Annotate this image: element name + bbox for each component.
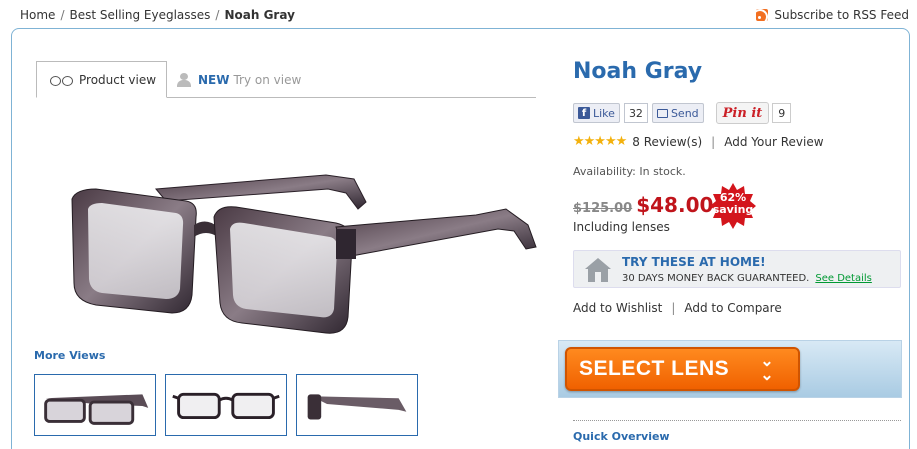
rss-label: Subscribe to RSS Feed [774, 8, 909, 22]
new-label: NEW [198, 72, 230, 87]
house-icon [585, 258, 611, 282]
product-panel: Product view NEW Try on view More Views … [11, 28, 910, 449]
main-product-image[interactable] [36, 117, 546, 352]
facebook-like-button[interactable]: f Like [573, 103, 620, 123]
select-lens-button[interactable]: SELECT LENS ⌄ ⌄ [565, 347, 800, 391]
thumbnail-2[interactable] [165, 374, 287, 436]
tab-try-on-view[interactable]: NEW Try on view [176, 61, 301, 98]
social-buttons: f Like 32 Send Pin it 9 [573, 102, 792, 124]
like-label: Like [593, 106, 615, 120]
product-title: Noah Gray [573, 59, 703, 84]
add-to-wishlist-link[interactable]: Add to Wishlist [573, 301, 662, 315]
try-at-home-subtitle: 30 DAYS MONEY BACK GUARANTEED. [622, 273, 810, 284]
reviews-link[interactable]: 8 Review(s) [632, 135, 702, 149]
double-chevron-down-icon: ⌄ ⌄ [760, 353, 775, 384]
wishlist-compare-row: Add to Wishlist | Add to Compare [573, 301, 782, 315]
including-lenses: Including lenses [573, 220, 670, 234]
pinterest-pin-button[interactable]: Pin it [715, 102, 770, 124]
eyeglasses-image [71, 174, 537, 334]
select-lens-bar: SELECT LENS ⌄ ⌄ [558, 340, 902, 398]
old-price: $125.00 [573, 201, 633, 216]
facebook-icon: f [578, 107, 590, 119]
pin-count: 9 [772, 103, 792, 123]
facebook-send-button[interactable]: Send [651, 103, 704, 123]
price-row: $125.00 $48.00 [573, 193, 713, 217]
glasses-icon [49, 75, 75, 86]
try-at-home-box: TRY THESE AT HOME! 30 DAYS MONEY BACK GU… [573, 250, 901, 288]
view-tabs: Product view NEW Try on view [36, 61, 536, 98]
thumbnail-glasses-angle [44, 394, 149, 425]
breadcrumb-category[interactable]: Best Selling Eyeglasses [69, 8, 210, 22]
availability-status: Availability: In stock. [573, 165, 686, 178]
discount-word: saving [712, 203, 754, 216]
discount-badge: 62% saving [710, 183, 756, 229]
quick-overview-heading: Quick Overview [573, 430, 670, 443]
thumbnail-glasses-front [172, 392, 280, 420]
breadcrumb-home[interactable]: Home [20, 8, 55, 22]
rating-stars-icon: ★★★★★ [573, 134, 627, 149]
divider [573, 420, 901, 421]
breadcrumb: Home / Best Selling Eyeglasses / Noah Gray [20, 8, 295, 22]
rss-link[interactable]: Subscribe to RSS Feed [756, 8, 909, 22]
thumbnail-3[interactable] [296, 374, 418, 436]
thumbnail-1[interactable] [34, 374, 156, 436]
tab-product-view[interactable]: Product view [36, 61, 167, 98]
current-price: $48.00 [636, 193, 714, 217]
add-to-compare-link[interactable]: Add to Compare [684, 301, 781, 315]
thumbnail-glasses-side [307, 394, 407, 420]
breadcrumb-separator: / [60, 8, 65, 22]
add-review-link[interactable]: Add Your Review [724, 135, 823, 149]
tab-product-view-label: Product view [79, 72, 157, 87]
rss-icon [756, 9, 769, 21]
breadcrumb-current: Noah Gray [224, 8, 295, 22]
person-icon [176, 72, 192, 87]
send-label: Send [670, 106, 699, 120]
breadcrumb-separator: / [215, 8, 220, 22]
tab-try-on-label: Try on view [233, 72, 302, 87]
select-lens-label: SELECT LENS [579, 357, 730, 380]
like-count: 32 [623, 103, 648, 123]
more-views-label: More Views [34, 349, 106, 362]
see-details-link[interactable]: See Details [815, 273, 872, 284]
rating-row: ★★★★★ 8 Review(s) | Add Your Review [573, 134, 824, 149]
send-icon [656, 108, 668, 118]
try-at-home-title: TRY THESE AT HOME! [622, 255, 766, 269]
